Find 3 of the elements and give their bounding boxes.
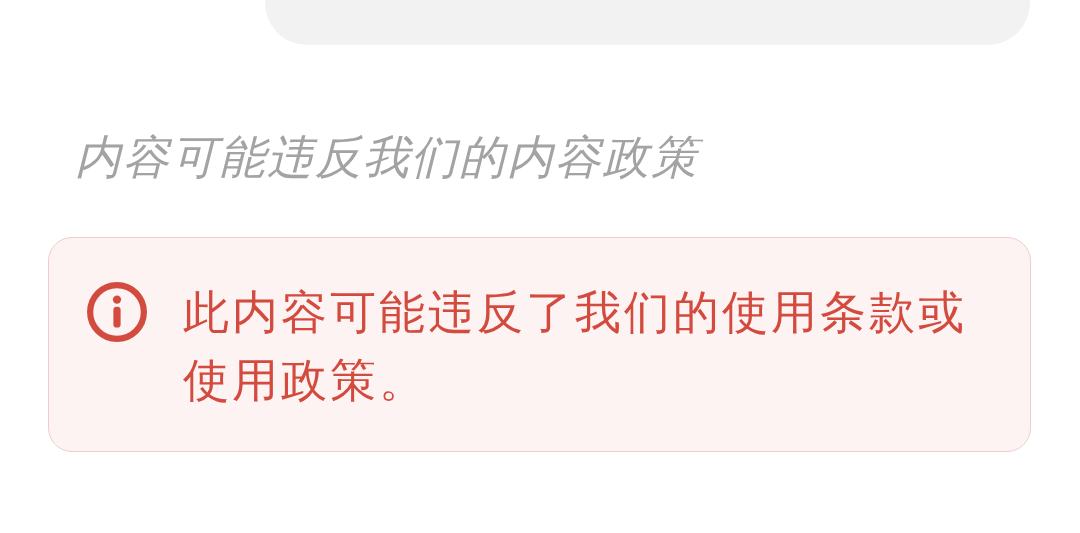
alert-message: 此内容可能违反了我们的使用条款或使用政策。 xyxy=(183,284,968,409)
info-icon xyxy=(86,281,148,343)
notice-text: 内容可能违反我们的内容政策 xyxy=(75,129,1080,185)
